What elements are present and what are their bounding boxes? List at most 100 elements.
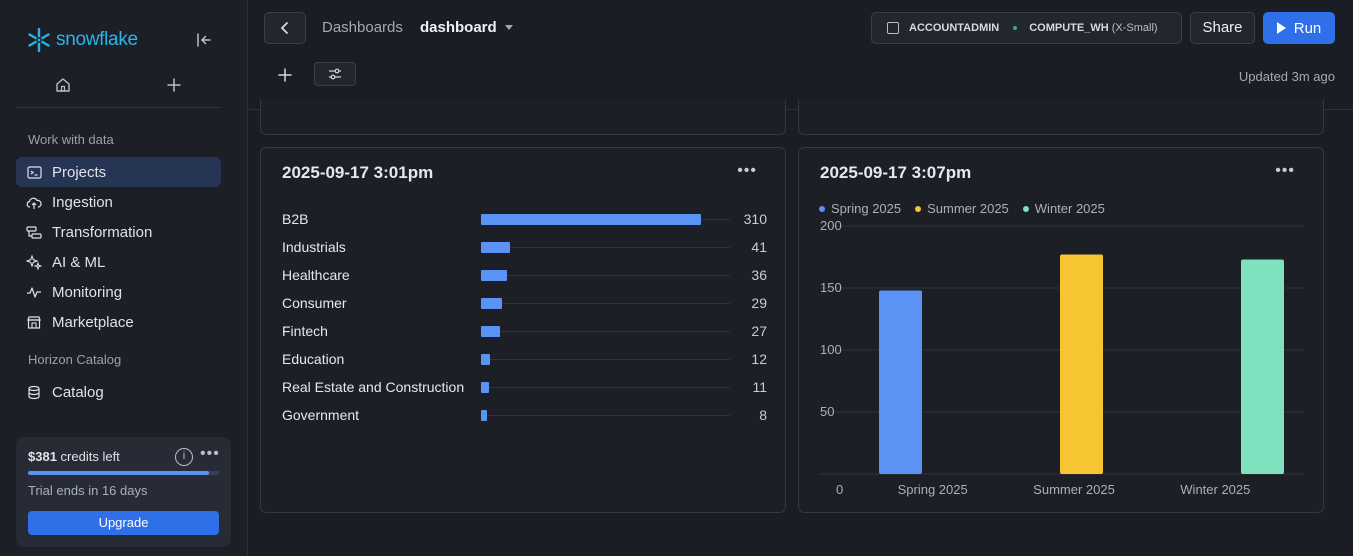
legend-label: Winter 2025 — [1034, 201, 1105, 216]
sidebar-item-projects[interactable]: Projects — [16, 157, 221, 187]
quick-actions — [16, 66, 221, 108]
tile-menu-icon[interactable]: ••• — [737, 162, 757, 180]
snowflake-logo[interactable]: snowflake — [26, 27, 138, 53]
tile-vertical-bar-chart[interactable]: 0 50 100 150 200 Spring 2025 Summer 2025 Winter… — [798, 147, 1324, 513]
run-button[interactable]: Run — [1263, 12, 1335, 44]
tile-title: 2025-09-17 3:01pm — [282, 163, 434, 182]
filters-button[interactable] — [314, 62, 356, 86]
y-tick-label: 0 — [836, 482, 843, 497]
bar[interactable] — [481, 214, 701, 225]
sidebar-item-label: Projects — [52, 163, 107, 181]
tile-partial-top-right — [798, 100, 1324, 135]
bar-value-label: 36 — [751, 267, 767, 283]
tile-partial-top-left — [260, 100, 786, 135]
info-icon[interactable]: i — [175, 448, 193, 466]
sidebar-item-monitoring[interactable]: Monitoring — [16, 277, 221, 307]
chevron-left-icon — [281, 22, 288, 34]
sparkle-icon — [26, 254, 42, 270]
tile-menu-icon[interactable]: ••• — [1275, 162, 1295, 180]
bar[interactable] — [481, 298, 502, 309]
bar[interactable] — [481, 382, 489, 393]
bar-value-label: 27 — [751, 323, 767, 339]
bar[interactable] — [1060, 254, 1103, 474]
sidebar-item-ai-ml[interactable]: AI & ML — [16, 247, 221, 277]
back-button[interactable] — [264, 12, 306, 44]
credits-text: $381 credits left — [28, 449, 120, 464]
section-title-horizon-catalog: Horizon Catalog — [28, 352, 122, 367]
bar-row: Healthcare 36 — [282, 265, 767, 285]
legend-swatch — [1022, 205, 1029, 212]
bar[interactable] — [481, 242, 511, 253]
bar-value-label: 41 — [751, 239, 767, 255]
bar-label: B2B — [282, 211, 309, 227]
bar[interactable] — [481, 354, 490, 365]
sidebar-item-label: AI & ML — [52, 253, 106, 271]
snowflake-icon — [28, 27, 50, 53]
terminal-icon — [26, 164, 42, 180]
chevron-down-icon — [504, 25, 513, 30]
cloud-upload-icon — [26, 194, 42, 210]
legend-swatch — [915, 205, 922, 212]
more-options-icon[interactable]: ••• — [200, 445, 220, 463]
share-button[interactable]: Share — [1190, 12, 1255, 44]
bar-row: Real Estate and Construction 11 — [282, 377, 767, 397]
upgrade-button[interactable]: Upgrade — [28, 511, 219, 535]
collapse-sidebar-icon[interactable] — [194, 30, 214, 50]
legend-item[interactable]: Summer 2025 — [915, 201, 1009, 216]
updated-timestamp: Updated 3m ago — [1238, 69, 1335, 84]
bar-row: B2B 310 — [282, 209, 767, 229]
legend-item[interactable]: Spring 2025 — [819, 201, 901, 216]
y-tick-label: 150 — [820, 280, 842, 295]
bar-label: Industrials — [282, 239, 346, 255]
bar-label: Education — [282, 351, 345, 367]
context-selector[interactable]: ACCOUNTADMIN COMPUTE_WH (X-Small) — [871, 12, 1182, 44]
sidebar-item-label: Monitoring — [52, 283, 123, 301]
bar[interactable] — [481, 326, 501, 337]
play-icon — [1276, 22, 1286, 34]
add-tile-icon[interactable] — [275, 65, 295, 85]
breadcrumb-current[interactable]: dashboard — [420, 19, 513, 36]
credits-progress-fill — [28, 471, 210, 475]
sidebar-item-label: Ingestion — [52, 193, 113, 211]
legend-item[interactable]: Winter 2025 — [1022, 201, 1105, 216]
bar[interactable] — [879, 290, 922, 474]
sidebar-item-label: Transformation — [52, 223, 153, 241]
bar-value-label: 8 — [759, 407, 767, 423]
bar-row: Consumer 29 — [282, 293, 767, 313]
bar-track — [481, 303, 730, 304]
bar[interactable] — [481, 410, 487, 421]
section-title-work-with-data: Work with data — [28, 132, 114, 147]
breadcrumb-dashboards[interactable]: Dashboards — [322, 19, 403, 36]
warehouse-size: (X-Small) — [1111, 22, 1158, 34]
plus-icon[interactable] — [164, 75, 184, 95]
logo-text: snowflake — [56, 29, 138, 50]
bar-track — [481, 415, 730, 416]
bar-row: Education 12 — [282, 349, 767, 369]
sidebar-item-marketplace[interactable]: Marketplace — [16, 307, 221, 337]
sidebar-item-ingestion[interactable]: Ingestion — [16, 187, 221, 217]
credits-progress-bar — [28, 471, 219, 475]
bar-value-label: 12 — [751, 351, 767, 367]
bar-label: Fintech — [282, 323, 328, 339]
dashboard-name: dashboard — [420, 19, 497, 36]
x-tick-label: Winter 2025 — [1180, 482, 1250, 497]
bar-row: Industrials 41 — [282, 237, 767, 257]
credits-suffix: credits left — [60, 449, 120, 464]
y-tick-label: 50 — [820, 404, 834, 419]
transform-icon — [26, 224, 42, 240]
bar-value-label: 310 — [743, 211, 767, 227]
chart-legend: Spring 2025 Summer 2025 Winter 2025 — [819, 201, 1105, 216]
home-icon[interactable] — [54, 76, 72, 94]
dashboard-header: Dashboards dashboard ACCOUNTADMIN COMPUT… — [249, 0, 1353, 110]
bar[interactable] — [1241, 259, 1284, 474]
run-label: Run — [1293, 19, 1322, 37]
sidebar-item-catalog[interactable]: Catalog — [16, 377, 221, 407]
sidebar-item-transformation[interactable]: Transformation — [16, 217, 221, 247]
bar-row: Government 8 — [282, 405, 767, 425]
bar[interactable] — [481, 270, 507, 281]
legend-label: Spring 2025 — [831, 201, 902, 216]
legend-label: Summer 2025 — [927, 201, 1009, 216]
bar-track — [481, 331, 730, 332]
sidebar-item-label: Marketplace — [52, 313, 134, 331]
tile-horizontal-bar-chart[interactable]: 2025-09-17 3:01pm ••• B2B 310 Industrials 4… — [260, 147, 786, 513]
